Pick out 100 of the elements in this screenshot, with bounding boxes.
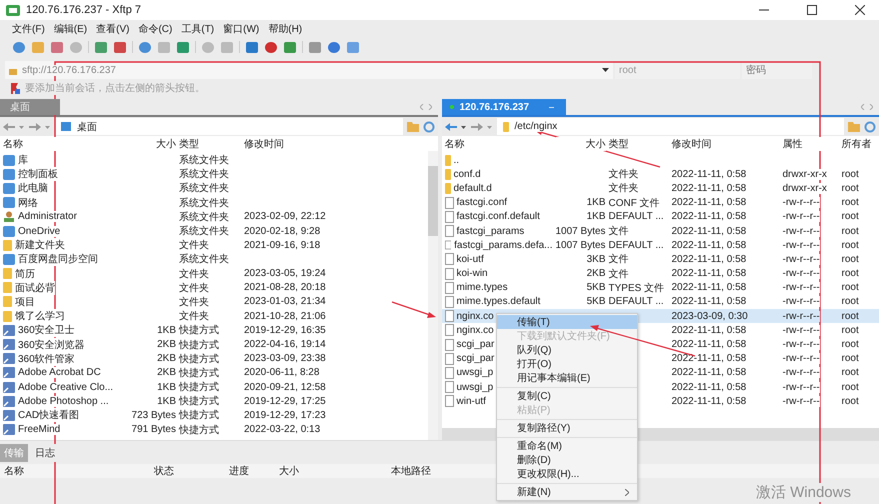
column-header[interactable]: 大小 (556, 137, 606, 151)
password-field[interactable]: 密码 (742, 61, 812, 79)
file-size: 723 Bytes (132, 410, 176, 421)
file-name[interactable]: 360安全卫士 (18, 323, 75, 338)
menu-item[interactable]: 工具(T) (181, 22, 214, 36)
file-name[interactable]: 简历 (15, 266, 35, 281)
file-type: 快捷方式 (179, 354, 219, 365)
dropdown-arrow-icon[interactable] (602, 68, 609, 72)
maximize-icon[interactable] (807, 5, 817, 15)
file-name[interactable]: Adobe Acrobat DC (18, 367, 101, 378)
file-name[interactable]: CAD快速看图 (18, 408, 80, 422)
document-icon (444, 366, 454, 379)
file-name[interactable]: 饿了么学习 (15, 309, 65, 324)
column-header[interactable]: 进度 (229, 464, 279, 478)
file-type: 快捷方式 (179, 325, 219, 336)
column-header[interactable]: 本地路径 (391, 464, 431, 478)
menu-item[interactable]: 命令(C) (138, 22, 172, 36)
pane-tab[interactable]: 120.76.176.237 (442, 99, 566, 115)
file-name[interactable]: fastcgi.conf (456, 197, 508, 208)
modified-date: 2023-03-05, 19:24 (244, 268, 326, 280)
file-name[interactable]: uwsgi_p (456, 382, 494, 393)
modified-date: 2022-11-11, 0:58 (672, 382, 746, 393)
document-icon (444, 352, 454, 365)
file-name[interactable]: Administrator (18, 211, 77, 222)
refresh-icon[interactable] (422, 120, 434, 132)
file-type: 文件夹 (608, 183, 638, 194)
tab-scroll-icon[interactable] (420, 104, 432, 110)
modified-date: 2020-02-18, 9:28 (244, 226, 320, 237)
file-attributes: -rw-r--r-- (782, 310, 820, 322)
file-name[interactable]: nginx.co (456, 324, 494, 336)
file-name[interactable]: win-utf (456, 396, 486, 407)
file-name[interactable]: 控制面板 (18, 167, 58, 182)
system-folder-icon (3, 197, 15, 208)
file-name[interactable]: koi-utf (456, 254, 484, 265)
user-icon (3, 211, 15, 222)
file-name[interactable]: 360安全浏览器 (18, 338, 85, 352)
path-field[interactable]: /etc/nginx (496, 118, 844, 135)
refresh-icon[interactable] (864, 120, 876, 132)
file-name[interactable]: Adobe Creative Clo... (18, 382, 114, 393)
path-field[interactable]: 桌面 (55, 118, 402, 135)
file-name[interactable]: conf.d (454, 168, 481, 180)
menu-item[interactable]: 查看(V) (96, 22, 130, 36)
file-attributes: drwxr-xr-x (782, 168, 827, 180)
file-name[interactable]: 项目 (15, 294, 35, 309)
tab-scroll-icon[interactable] (861, 104, 873, 110)
file-name[interactable]: 网络 (18, 196, 38, 210)
menu-item[interactable]: 删除(D) (497, 453, 637, 467)
document-icon (444, 225, 454, 238)
file-name[interactable]: 360软件管家 (18, 352, 75, 366)
forward-icon[interactable] (29, 122, 51, 132)
menu-item[interactable]: 编辑(E) (54, 22, 88, 36)
menu-item[interactable]: 用记事本编辑(E) (497, 371, 637, 385)
file-name[interactable]: mime.types (456, 282, 508, 294)
file-attributes: -rw-r--r-- (782, 396, 820, 407)
menu-item[interactable]: 重命名(M) (497, 439, 637, 453)
file-name[interactable]: FreeMind (18, 424, 60, 436)
menu-item[interactable]: 更改权限(H)... (497, 467, 637, 481)
menu-item[interactable]: 帮助(H) (268, 22, 302, 36)
file-attributes: -rw-r--r-- (782, 282, 820, 294)
menu-item[interactable]: 队列(Q) (497, 343, 637, 357)
file-name[interactable]: 百度网盘同步空间 (18, 252, 98, 266)
file-name[interactable]: OneDrive (18, 226, 60, 237)
file-name[interactable]: 此电脑 (18, 181, 48, 196)
column-header[interactable]: 大小 (279, 464, 391, 478)
modified-date: 2022-11-11, 0:58 (672, 182, 746, 194)
file-name[interactable]: fastcgi_params (456, 226, 524, 237)
column-header[interactable]: 名称 (4, 464, 154, 478)
system-folder-icon (3, 226, 15, 237)
file-name[interactable]: 库 (18, 153, 28, 168)
column-header[interactable]: 状态 (154, 464, 229, 478)
file-name[interactable]: default.d (454, 182, 492, 194)
file-attributes: -rw-r--r-- (782, 339, 820, 350)
file-name[interactable]: Adobe Photoshop ... (18, 396, 109, 407)
menu-item[interactable]: 复制(C) (497, 389, 637, 403)
file-name[interactable]: nginx.co (456, 310, 494, 322)
file-name[interactable]: uwsgi_p (456, 367, 494, 378)
file-name[interactable]: scgi_par (456, 353, 494, 364)
file-name[interactable]: koi-win (456, 268, 488, 280)
menu-item[interactable]: 新建(N) (497, 485, 637, 499)
menu-item[interactable]: 打开(O) (497, 357, 637, 371)
back-icon[interactable] (444, 122, 466, 132)
menu-item[interactable]: 传输(T) (497, 315, 637, 329)
file-name[interactable]: 新建文件夹 (15, 238, 65, 252)
file-size: 3KB (586, 254, 606, 265)
close-icon[interactable] (855, 5, 865, 15)
file-name[interactable]: mime.types.default (456, 296, 540, 308)
menu-item[interactable]: 窗口(W) (223, 22, 260, 36)
modified-date: 2022-11-11, 0:58 (672, 367, 746, 378)
file-name[interactable]: fastcgi_params.defa... (454, 240, 552, 251)
modified-date: 2022-03-22, 0:13 (244, 424, 320, 436)
file-type: DEFAULT ... (608, 296, 664, 308)
file-name[interactable]: 面试必背 (15, 280, 55, 295)
modified-date: 2022-11-11, 0:58 (672, 268, 746, 280)
file-name[interactable]: fastcgi.conf.default (456, 211, 540, 222)
menu-item[interactable]: 复制路径(Y) (497, 421, 637, 435)
column-header[interactable]: 所有者 (842, 137, 872, 151)
menu-item[interactable]: 文件(F) (12, 22, 45, 36)
file-name[interactable]: scgi_par (456, 339, 494, 350)
file-attributes: -rw-r--r-- (782, 324, 820, 336)
scrollbar[interactable] (428, 151, 438, 440)
